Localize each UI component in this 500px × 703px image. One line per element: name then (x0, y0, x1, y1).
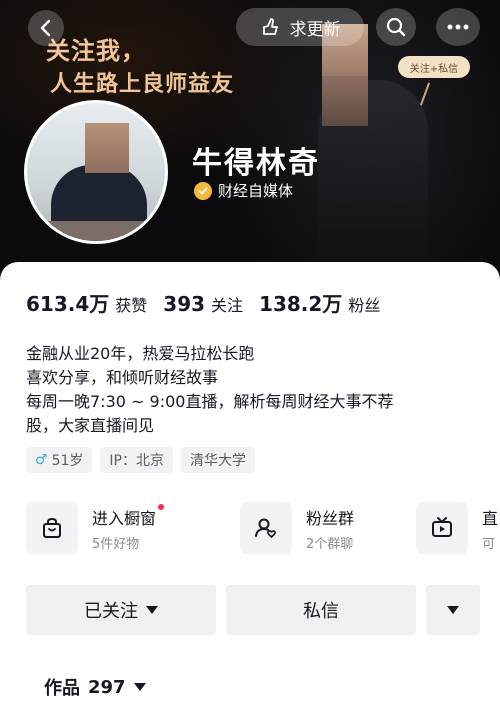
back-button[interactable] (28, 10, 64, 46)
bio-line: 喜欢分享，和倾听财经故事 (26, 368, 219, 387)
showcase-title: 进入橱窗 (92, 503, 165, 529)
notification-dot (158, 503, 165, 510)
request-update-label: 求更新 (289, 19, 341, 40)
fan-group-icon (240, 502, 292, 554)
profile-card: 613.4万 获赞 393 关注 138.2万 粉丝 金融从业20年，热爱马拉松… (0, 262, 500, 703)
verified-check-icon (194, 181, 212, 200)
message-button[interactable]: 私信 (226, 585, 416, 635)
chevron-left-icon (40, 19, 51, 37)
verified-badge: 财经自媒体 (194, 180, 293, 201)
more-dots-icon (447, 24, 469, 30)
request-update-button[interactable]: 求更新 (236, 8, 364, 46)
live-subtitle: 可 (482, 536, 496, 552)
search-icon (386, 17, 406, 37)
banner-slogan-line2: 人生路上良师益友 (50, 72, 235, 97)
fan-group-title: 粉丝群 (306, 508, 355, 528)
search-button[interactable] (376, 8, 416, 46)
chevron-down-icon (133, 683, 146, 691)
age-label: 51岁 (51, 453, 84, 469)
avatar[interactable] (24, 100, 168, 244)
blurred-face-mosaic (322, 76, 368, 126)
profile-tags: ♂ 51岁 IP：北京 清华大学 (26, 447, 255, 473)
message-label: 私信 (303, 601, 339, 622)
live-title: 直 (482, 508, 499, 528)
following-label[interactable]: 关注 (211, 292, 243, 316)
action-bar: 已关注 私信 (26, 585, 500, 635)
bio-line: 每周一晚7:30 ~ 9:00直播，解析每周财经大事不荐 (26, 392, 394, 411)
more-button[interactable] (436, 8, 480, 46)
live-entry[interactable]: 直 可 (416, 502, 498, 554)
recommend-toggle-button[interactable] (426, 585, 480, 635)
works-label: 作品 (44, 678, 80, 699)
tv-icon (416, 502, 468, 554)
avatar-desk (27, 221, 165, 241)
followed-label: 已关注 (84, 601, 138, 622)
works-tab[interactable]: 作品 297 (44, 674, 146, 700)
chevron-down-icon (146, 606, 158, 614)
profile-name: 牛得林奇 (192, 146, 320, 181)
profile-stats: 613.4万 获赞 393 关注 138.2万 粉丝 (26, 288, 396, 317)
following-count[interactable]: 393 (163, 292, 205, 316)
age-tag: ♂ 51岁 (26, 447, 93, 473)
feature-entries: 进入橱窗 5件好物 粉丝群 2个群聊 直 可 (26, 502, 500, 560)
followed-button[interactable]: 已关注 (26, 585, 216, 635)
fan-group-subtitle: 2个群聊 (306, 536, 354, 552)
profile-bio: 金融从业20年，热爱马拉松长跑 喜欢分享，和倾听财经故事 每周一晚7:30 ~ … (26, 342, 486, 438)
showcase-subtitle: 5件好物 (92, 536, 140, 552)
ip-tag: IP：北京 (100, 447, 173, 473)
chevron-down-icon (447, 606, 459, 614)
works-count: 297 (88, 676, 126, 698)
blurred-face-mosaic (85, 123, 129, 173)
followers-label[interactable]: 粉丝 (348, 292, 380, 316)
verified-label: 财经自媒体 (218, 182, 294, 200)
likes-count: 613.4万 (26, 292, 110, 316)
bio-line: 金融从业20年，热爱马拉松长跑 (26, 344, 255, 363)
bio-line: 股，大家直播间见 (26, 416, 155, 435)
promo-tag: 关注+私信 (398, 56, 470, 78)
profile-banner: 关注我， 人生路上良师益友 关注+私信 求更新 牛得林奇 财经自媒体 (0, 0, 500, 290)
school-tag[interactable]: 清华大学 (180, 447, 255, 473)
likes-label: 获赞 (115, 296, 148, 315)
hand-point-icon (262, 18, 278, 35)
followers-count[interactable]: 138.2万 (259, 288, 342, 317)
showcase-entry[interactable]: 进入橱窗 5件好物 (26, 502, 165, 554)
shopping-bag-icon (26, 502, 78, 554)
male-icon: ♂ (35, 452, 48, 468)
fan-group-entry[interactable]: 粉丝群 2个群聊 (240, 502, 354, 554)
